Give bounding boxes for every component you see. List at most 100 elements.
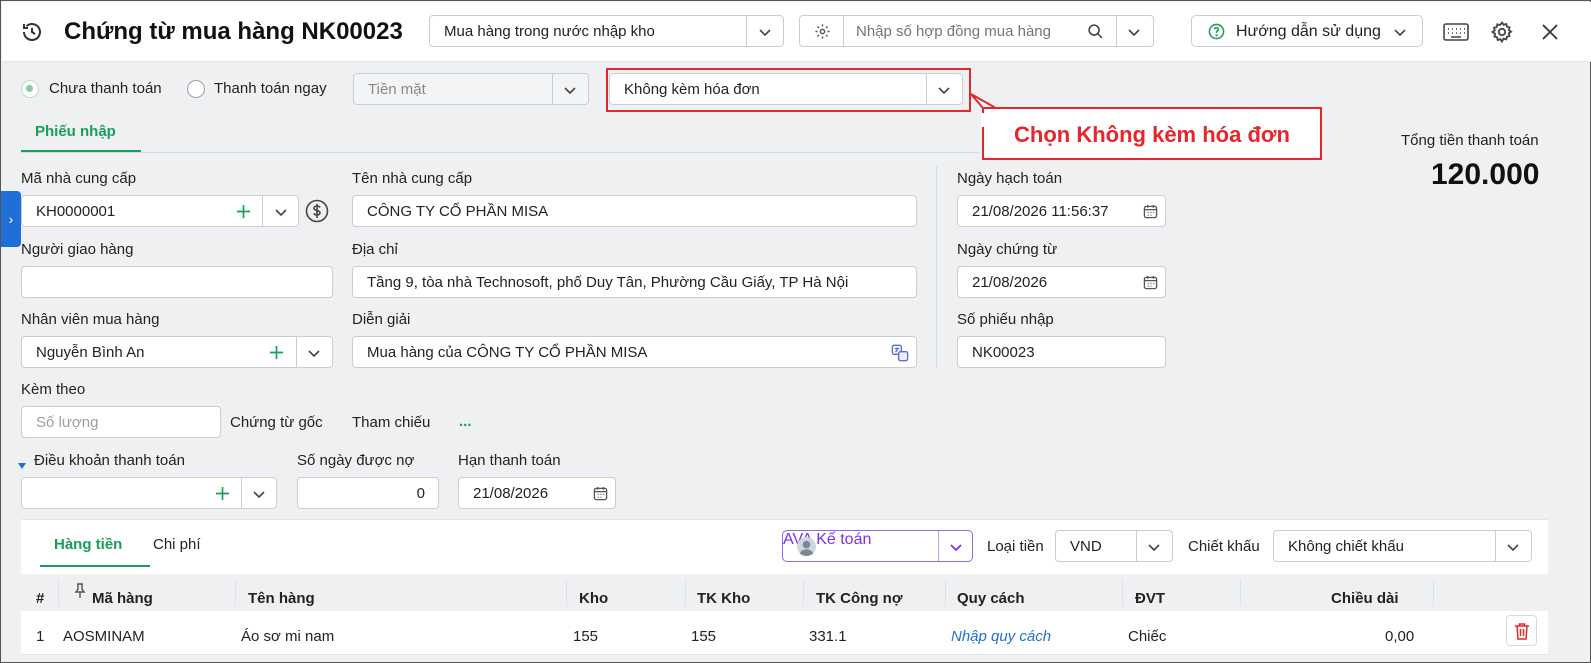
page-title: Chứng từ mua hàng NK00023 <box>64 18 403 45</box>
col-warehouse: Kho <box>579 590 609 607</box>
row-name[interactable]: Áo sơ mi nam <box>241 628 334 645</box>
radio-pay-now[interactable] <box>187 80 205 98</box>
close-icon[interactable] <box>1541 23 1559 41</box>
tab-costs[interactable]: Chi phí <box>153 536 201 553</box>
buyer-field[interactable]: Nguyễn Bình An <box>21 336 333 368</box>
help-button[interactable]: Hướng dẫn sử dụng <box>1191 15 1423 47</box>
total-value: 120.000 <box>1431 158 1540 191</box>
payment-method-select[interactable]: Tiền mặt <box>353 73 589 105</box>
row-warehouse[interactable]: 155 <box>573 628 598 645</box>
history-icon[interactable] <box>20 20 44 44</box>
contract-search[interactable] <box>799 15 1154 47</box>
doc-date-field[interactable]: 21/08/2026 <box>957 266 1166 298</box>
supplier-code-field[interactable]: KH0000001 <box>21 195 299 227</box>
plus-icon[interactable] <box>215 486 230 501</box>
discount-value: Không chiết khấu <box>1288 538 1404 555</box>
reference-label: Tham chiếu <box>352 414 431 431</box>
invoice-option-value: Không kèm hóa đơn <box>624 81 760 98</box>
plus-icon[interactable] <box>269 345 284 360</box>
callout-box: Chọn Không kèm hóa đơn <box>982 107 1322 160</box>
reference-more-link[interactable]: ... <box>459 413 472 430</box>
contract-input[interactable] <box>856 21 1076 41</box>
collapse-caret-icon[interactable] <box>17 457 27 469</box>
attach-qty-placeholder: Số lượng <box>36 414 99 431</box>
row-inv-account[interactable]: 155 <box>691 628 716 645</box>
detail-panel: Hàng tiền Chi phí AVA Kế toán Loại tiền … <box>21 519 1548 655</box>
supplier-name-field[interactable]: CÔNG TY CỔ PHẦN MISA <box>352 195 917 227</box>
receipt-no-label: Số phiếu nhập <box>957 311 1054 328</box>
address-field[interactable]: Tầng 9, tòa nhà Technosoft, phố Duy Tân,… <box>352 266 917 298</box>
purchase-type-value: Mua hàng trong nước nhập kho <box>444 23 655 40</box>
chevron-down-icon[interactable] <box>562 82 578 98</box>
radio-pay-now-label: Thanh toán ngay <box>214 80 327 97</box>
col-unit: ĐVT <box>1135 590 1165 607</box>
col-spec: Quy cách <box>957 590 1025 607</box>
payment-terms-field[interactable] <box>21 477 277 509</box>
discount-select[interactable]: Không chiết khấu <box>1273 530 1532 562</box>
row-length[interactable]: 0,00 <box>1385 628 1414 645</box>
chevron-down-icon[interactable] <box>1126 24 1142 40</box>
chevron-down-icon[interactable] <box>1505 539 1521 555</box>
row-spec-link[interactable]: Nhập quy cách <box>951 628 1051 645</box>
search-icon[interactable] <box>1087 23 1104 40</box>
side-expand-tab[interactable]: › <box>1 191 21 247</box>
row-code[interactable]: AOSMINAM <box>63 628 145 645</box>
posting-date-field[interactable]: 21/08/2026 11:56:37 <box>957 195 1166 227</box>
keyboard-icon[interactable] <box>1443 21 1469 43</box>
help-label: Hướng dẫn sử dụng <box>1236 23 1381 40</box>
due-date-field[interactable]: 21/08/2026 <box>458 477 616 509</box>
total-label: Tổng tiền thanh toán <box>1401 132 1539 149</box>
buyer-label: Nhân viên mua hàng <box>21 311 160 328</box>
row-payable-account[interactable]: 331.1 <box>809 628 847 645</box>
chevron-down-icon[interactable] <box>306 345 322 361</box>
description-value: Mua hàng của CÔNG TY CỔ PHẦN MISA <box>367 344 648 361</box>
question-icon <box>1208 23 1225 40</box>
calendar-icon[interactable] <box>1143 204 1158 219</box>
translate-icon[interactable] <box>891 344 909 362</box>
radio-unpaid[interactable] <box>21 80 39 98</box>
col-code: Mã hàng <box>92 590 153 607</box>
row-unit[interactable]: Chiếc <box>1128 628 1166 645</box>
calendar-icon[interactable] <box>593 486 608 501</box>
ava-button[interactable]: AVA Kế toán <box>782 530 973 562</box>
deliverer-label: Người giao hàng <box>21 241 134 258</box>
doc-date-value: 21/08/2026 <box>972 274 1048 291</box>
attach-qty-field[interactable]: Số lượng <box>21 406 221 438</box>
chevron-down-icon[interactable] <box>251 486 267 502</box>
gear-icon[interactable] <box>814 23 831 40</box>
credit-days-field[interactable]: 0 <box>297 477 439 509</box>
supplier-name-value: CÔNG TY CỔ PHẦN MISA <box>367 203 549 220</box>
plus-icon[interactable] <box>236 204 251 219</box>
col-name: Tên hàng <box>248 590 315 607</box>
due-date-label: Hạn thanh toán <box>458 452 561 469</box>
settings-icon[interactable] <box>1490 20 1514 44</box>
row-no: 1 <box>36 628 45 645</box>
chevron-down-icon[interactable] <box>1146 539 1162 555</box>
chevron-down-icon[interactable] <box>948 539 964 555</box>
radio-unpaid-label: Chưa thanh toán <box>49 80 162 97</box>
receipt-no-field[interactable]: NK00023 <box>957 336 1166 368</box>
dollar-icon[interactable] <box>305 199 329 223</box>
ava-avatar <box>797 537 816 556</box>
header: Chứng từ mua hàng NK00023 Mua hàng trong… <box>2 2 1591 62</box>
delete-row-button[interactable] <box>1506 615 1537 646</box>
deliverer-field[interactable] <box>21 266 333 298</box>
chevron-down-icon[interactable] <box>936 82 952 98</box>
chevron-down-icon <box>1392 24 1408 40</box>
buyer-value: Nguyễn Bình An <box>36 344 145 361</box>
invoice-option-select[interactable]: Không kèm hóa đơn <box>609 73 963 105</box>
due-date-value: 21/08/2026 <box>473 485 549 502</box>
tab-receipt[interactable]: Phiếu nhập <box>35 123 116 140</box>
col-payable-account: TK Công nợ <box>816 590 903 607</box>
purchase-type-select[interactable]: Mua hàng trong nước nhập kho <box>429 15 784 47</box>
supplier-code-value: KH0000001 <box>36 203 116 220</box>
description-field[interactable]: Mua hàng của CÔNG TY CỔ PHẦN MISA <box>352 336 917 368</box>
posting-date-label: Ngày hạch toán <box>957 170 1063 187</box>
currency-label: Loại tiền <box>987 538 1044 555</box>
tab-goods[interactable]: Hàng tiền <box>54 536 122 553</box>
currency-select[interactable]: VND <box>1055 530 1173 562</box>
chevron-down-icon[interactable] <box>757 24 773 40</box>
chevron-down-icon[interactable] <box>273 204 289 220</box>
pin-icon[interactable] <box>74 583 86 599</box>
calendar-icon[interactable] <box>1143 275 1158 290</box>
